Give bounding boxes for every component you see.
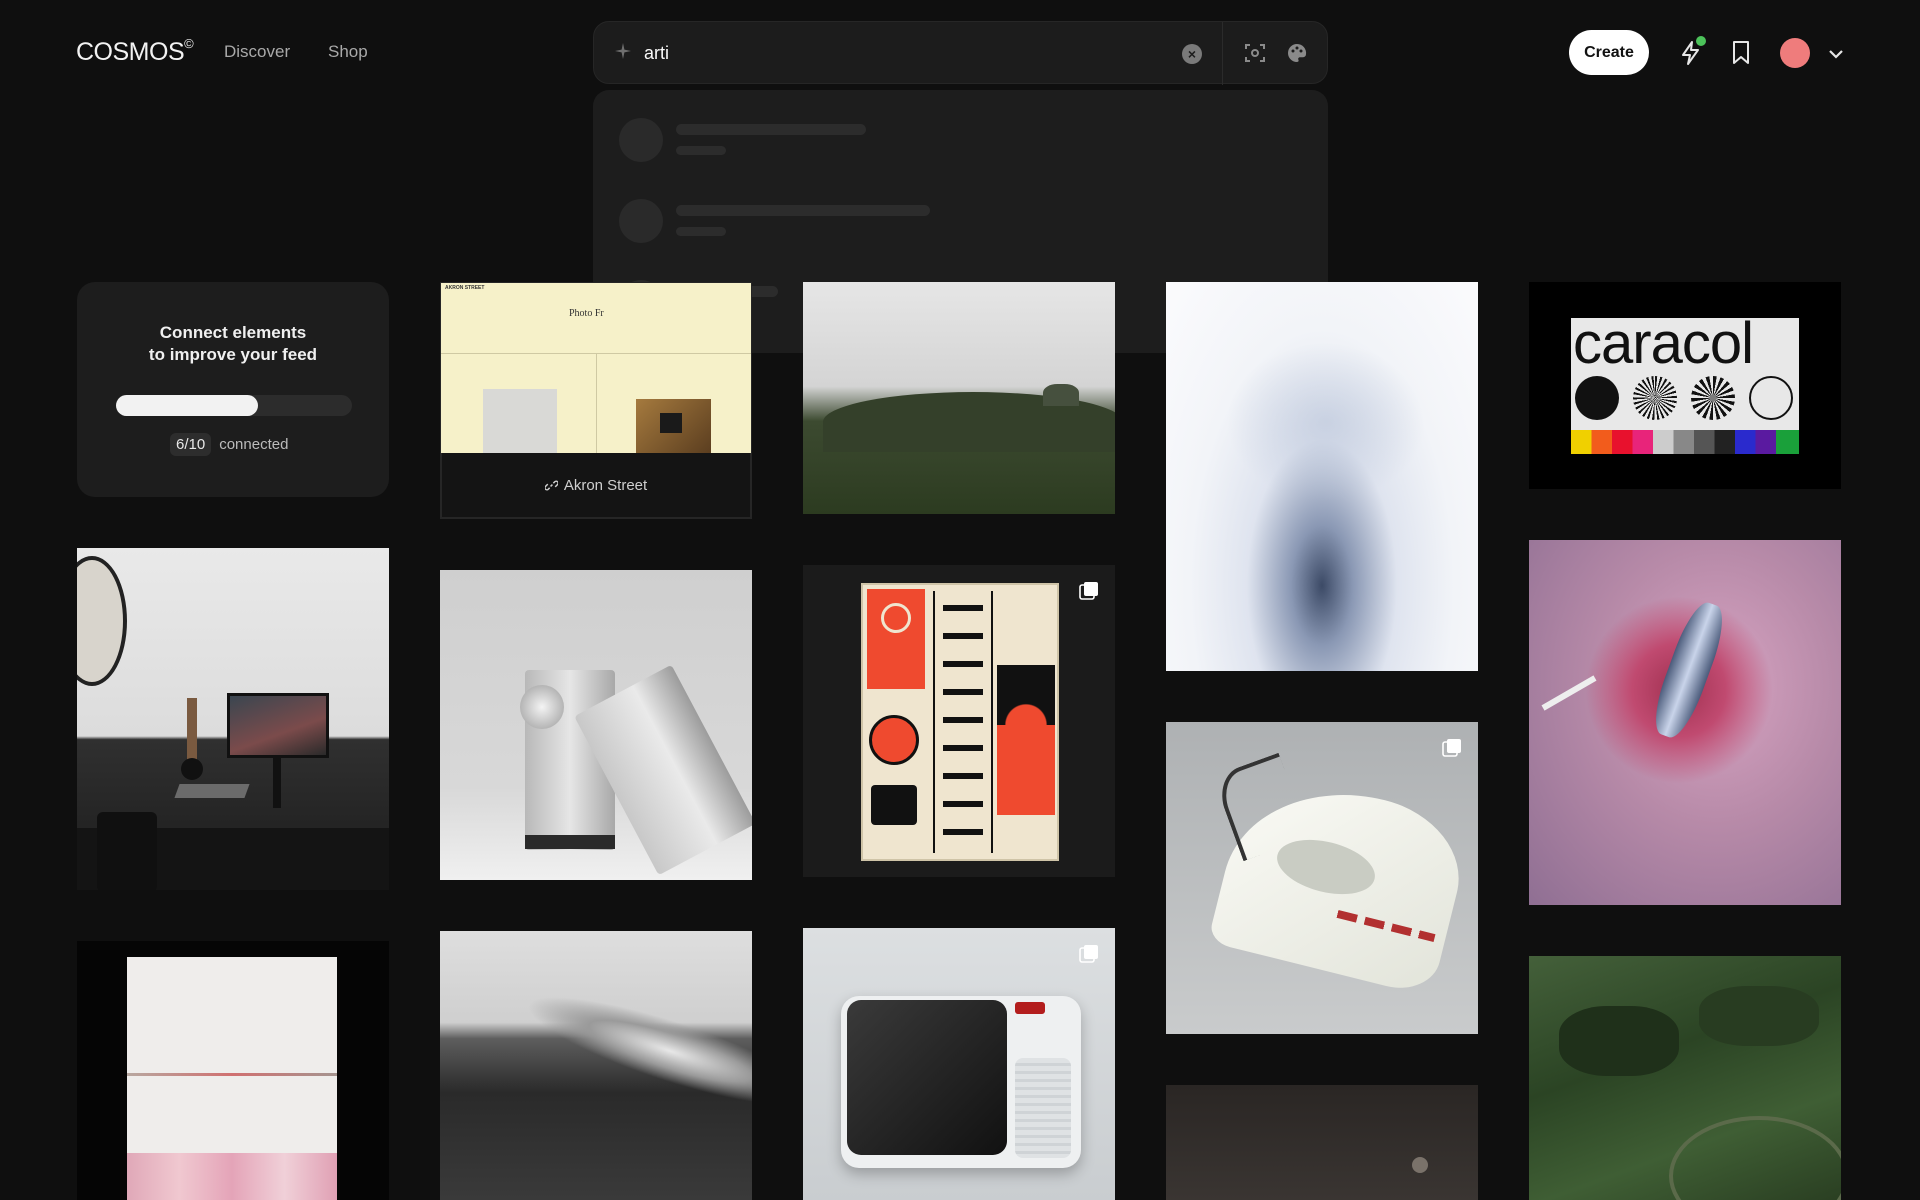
notification-dot: [1696, 36, 1706, 46]
count-label: connected: [219, 435, 289, 453]
feed-image-print-layout[interactable]: [77, 941, 389, 1200]
connect-title: Connect elements to improve your feed: [148, 323, 318, 364]
count-pill: 6/10: [170, 432, 212, 456]
feed-image-green-hills[interactable]: [803, 282, 1115, 514]
skeleton-bar: [676, 146, 726, 155]
progress-fill: [116, 395, 258, 416]
feed-image-aerial-fields[interactable]: [1529, 956, 1841, 1200]
connected-count: 6/10 connected: [170, 432, 288, 456]
skeleton-row: [619, 199, 663, 243]
feed-image-coast[interactable]: [440, 931, 752, 1200]
sparkle-icon: [614, 42, 632, 60]
feed-image-speakers[interactable]: [440, 570, 752, 880]
nav-discover[interactable]: Discover: [224, 42, 290, 62]
connect-elements-card[interactable]: Connect elements to improve your feed 6/1…: [77, 282, 389, 497]
feed-link-akron-street[interactable]: AKRON STREET Photo Fr Akron Street: [440, 282, 752, 519]
logo-text: COSMOS: [76, 38, 185, 66]
akron-title-text: Photo Fr: [569, 308, 604, 319]
multi-image-icon: [1442, 738, 1462, 758]
search-bar: ×: [593, 21, 1328, 85]
search-input[interactable]: [644, 39, 1244, 67]
visual-search-icon[interactable]: [1244, 42, 1266, 64]
feed-image-caracol[interactable]: caracol: [1529, 282, 1841, 489]
feed-image-ice-cave[interactable]: [1166, 282, 1478, 671]
caracol-text: caracol: [1573, 311, 1754, 376]
multi-image-icon: [1079, 581, 1099, 601]
feed-image-wheel-of-fortune-poster[interactable]: [803, 565, 1115, 877]
feed-image-tablet-device[interactable]: [803, 928, 1115, 1200]
chevron-down-icon[interactable]: [1828, 47, 1844, 59]
skeleton-bar: [676, 124, 866, 135]
link-icon: [544, 480, 558, 490]
palette-icon[interactable]: [1286, 42, 1308, 64]
bookmark-icon[interactable]: [1731, 40, 1751, 66]
skeleton-bar: [676, 205, 930, 216]
feed-image-desk-setup[interactable]: [77, 548, 389, 890]
clear-icon[interactable]: ×: [1182, 44, 1202, 64]
skeleton-bar: [676, 227, 726, 236]
feed-image-moon[interactable]: [1166, 1085, 1478, 1200]
logo-mark: ©: [184, 35, 194, 51]
akron-street-label: Akron Street: [563, 476, 648, 494]
akron-header-text: AKRON STREET: [445, 285, 485, 291]
skeleton-row: [619, 118, 663, 162]
create-button[interactable]: Create: [1569, 30, 1649, 75]
lightning-icon[interactable]: [1679, 36, 1706, 66]
cosmos-logo[interactable]: COSMOS©: [76, 35, 194, 67]
avatar[interactable]: [1780, 38, 1810, 68]
connect-progress-bar: [116, 395, 352, 416]
feed-image-braun-iron[interactable]: [1166, 722, 1478, 1034]
search-divider: [1222, 22, 1223, 85]
link-label[interactable]: Akron Street: [441, 453, 751, 518]
multi-image-icon: [1079, 944, 1099, 964]
nav-shop[interactable]: Shop: [328, 42, 368, 62]
feed-image-lips[interactable]: [1529, 540, 1841, 905]
